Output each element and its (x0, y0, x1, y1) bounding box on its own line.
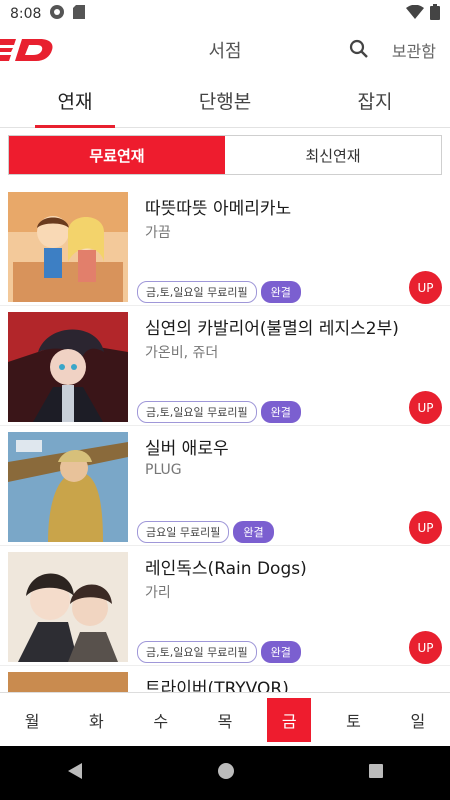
comic-author: 가끔 (145, 225, 171, 241)
app-notification-icon (49, 4, 65, 24)
storage-button[interactable]: 보관함 (392, 38, 436, 62)
comic-title: 실버 애로우 (145, 439, 229, 459)
comic-title: 트라이버(TRYVOR) (145, 679, 289, 692)
day-tab-sat[interactable]: 토 (321, 693, 385, 746)
page-title: 서점 (208, 41, 242, 62)
tag-group: 금,토,일요일 무료리필 완결 (137, 641, 301, 663)
day-tab-mon[interactable]: 월 (0, 693, 64, 746)
search-icon[interactable] (348, 38, 372, 62)
status-bar: 8:08 (0, 0, 450, 28)
free-refill-tag: 금,토,일요일 무료리필 (137, 281, 257, 303)
list-item[interactable]: 심연의 카발리어(불멸의 레지스2부) 가온비, 쥬더 금,토,일요일 무료리필… (0, 306, 450, 426)
comic-title: 따뜻따뜻 아메리카노 (145, 199, 292, 219)
completed-tag: 완결 (260, 641, 301, 663)
completed-tag: 완결 (233, 521, 274, 543)
up-badge: UP (409, 271, 442, 304)
tab-magazine[interactable]: 잡지 (300, 72, 450, 127)
free-refill-tag: 금요일 무료리필 (137, 521, 230, 543)
battery-icon (430, 4, 440, 24)
back-icon[interactable] (66, 762, 84, 784)
tag-group: 금,토,일요일 무료리필 완결 (137, 401, 301, 423)
free-refill-tag: 금,토,일요일 무료리필 (137, 401, 257, 423)
day-tab-fri[interactable]: 금 (257, 693, 321, 746)
tab-volume[interactable]: 단행본 (150, 72, 300, 127)
comic-author: 가리 (145, 585, 171, 601)
comic-thumbnail (8, 552, 128, 662)
comic-list: 따뜻따뜻 아메리카노 가끔 금,토,일요일 무료리필 완결 UP 심연의 카발리… (0, 180, 450, 692)
free-refill-tag: 금,토,일요일 무료리필 (137, 641, 257, 663)
day-tab-sun[interactable]: 일 (386, 693, 450, 746)
comic-thumbnail (8, 312, 128, 422)
weekday-tabs: 월 화 수 목 금 토 일 (0, 692, 450, 746)
up-badge: UP (409, 631, 442, 664)
day-tab-thu[interactable]: 목 (193, 693, 257, 746)
list-item[interactable]: 레인독스(Rain Dogs) 가리 금,토,일요일 무료리필 완결 UP (0, 546, 450, 666)
home-icon[interactable] (217, 762, 235, 784)
tag-group: 금,토,일요일 무료리필 완결 (137, 281, 301, 303)
comic-author: PLUG (145, 462, 182, 478)
completed-tag: 완결 (260, 401, 301, 423)
main-tabs: 연재 단행본 잡지 (0, 72, 450, 128)
app-header: 서점 보관함 (0, 28, 450, 72)
comic-thumbnail (8, 432, 128, 542)
comic-thumbnail (8, 672, 128, 692)
sd-card-icon (73, 5, 86, 23)
day-tab-wed[interactable]: 수 (129, 693, 193, 746)
up-badge: UP (409, 391, 442, 424)
comic-author: 가온비, 쥬더 (145, 345, 219, 361)
completed-tag: 완결 (260, 281, 301, 303)
list-item[interactable]: 실버 애로우 PLUG 금요일 무료리필 완결 UP (0, 426, 450, 546)
up-badge: UP (409, 511, 442, 544)
comic-title: 레인독스(Rain Dogs) (145, 559, 307, 579)
latest-serial-button[interactable]: 최신연재 (225, 136, 441, 174)
list-item[interactable]: 따뜻따뜻 아메리카노 가끔 금,토,일요일 무료리필 완결 UP (0, 186, 450, 306)
segment-control: 무료연재 최신연재 (8, 135, 442, 175)
tag-group: 금요일 무료리필 완결 (137, 521, 274, 543)
list-item[interactable]: 트라이버(TRYVOR) (0, 666, 450, 692)
recents-icon[interactable] (368, 763, 384, 783)
day-tab-tue[interactable]: 화 (64, 693, 128, 746)
wifi-icon (406, 4, 424, 23)
comic-title: 심연의 카발리어(불멸의 레지스2부) (145, 319, 399, 339)
status-time: 8:08 (10, 6, 42, 22)
tab-serial[interactable]: 연재 (0, 72, 150, 127)
system-nav-bar (0, 746, 450, 800)
comic-thumbnail (8, 192, 128, 302)
free-serial-button[interactable]: 무료연재 (9, 136, 225, 174)
app-logo-icon[interactable] (0, 36, 60, 62)
